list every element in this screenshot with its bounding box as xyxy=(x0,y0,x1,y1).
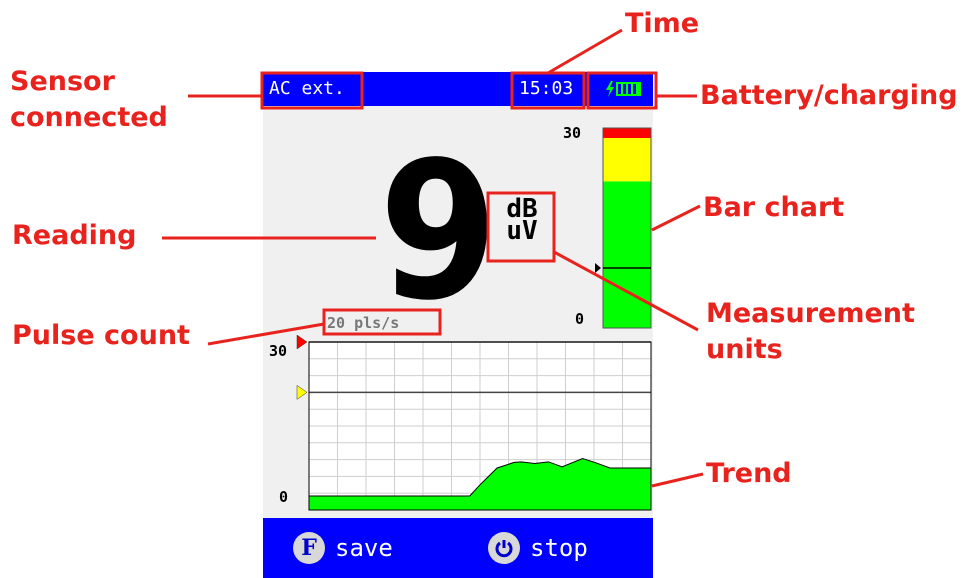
pulse-leader xyxy=(207,322,325,346)
trend-leader xyxy=(651,472,704,488)
time-callout: Time xyxy=(625,8,700,39)
sensor-callout-line-2: connected xyxy=(10,102,168,133)
sensor-highlight-box xyxy=(260,71,364,110)
battery-callout: Battery/charging xyxy=(700,80,958,111)
battery-highlight-box xyxy=(586,71,658,110)
units-callout: Measurement units xyxy=(706,296,915,368)
sensor-callout: Sensor connected xyxy=(10,64,168,136)
pulse-callout: Pulse count xyxy=(12,320,190,351)
pulse-highlight-box xyxy=(322,308,442,336)
units-leader xyxy=(553,250,699,332)
bar-chart-leader xyxy=(651,204,701,232)
sensor-callout-line-1: Sensor xyxy=(10,66,115,97)
units-highlight-box xyxy=(486,191,556,263)
bar-chart-callout: Bar chart xyxy=(703,192,845,223)
trend-callout: Trend xyxy=(706,458,792,489)
time-highlight-box xyxy=(510,71,586,110)
time-leader xyxy=(547,28,623,75)
reading-callout: Reading xyxy=(12,220,137,251)
units-callout-line-2: units xyxy=(706,334,783,365)
units-callout-line-1: Measurement xyxy=(706,298,915,329)
